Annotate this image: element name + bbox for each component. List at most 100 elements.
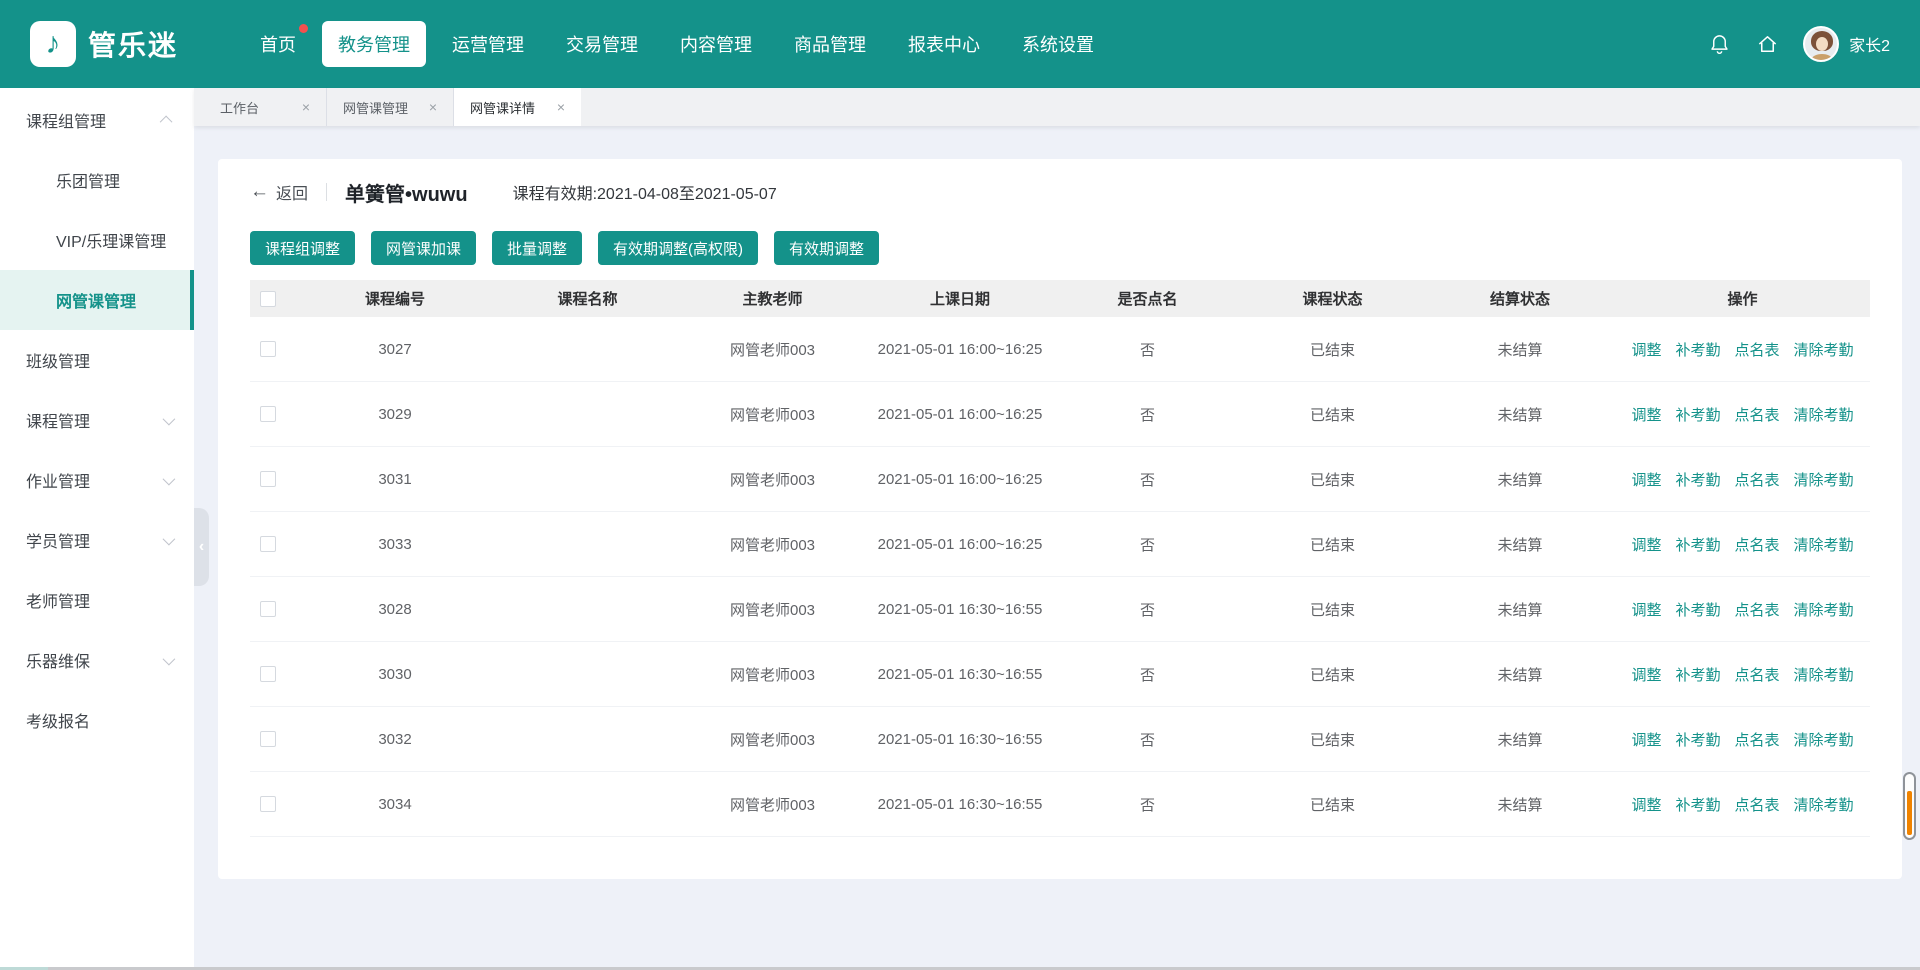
tab-online-course-detail[interactable]: 网管课详情 × — [454, 88, 581, 126]
col-settlement: 结算状态 — [1425, 288, 1615, 309]
course-validity: 课程有效期:2021-04-08至2021-05-07 — [513, 180, 777, 204]
action-adjust-link[interactable]: 调整 — [1631, 534, 1661, 555]
nav-item-content[interactable]: 内容管理 — [664, 21, 768, 67]
add-online-lesson-button[interactable]: 网管课加课 — [371, 231, 476, 265]
nav-item-operations[interactable]: 运营管理 — [436, 21, 540, 67]
sidebar-item-students[interactable]: 学员管理 — [0, 510, 194, 570]
col-date: 上课日期 — [865, 288, 1055, 309]
action-rollcall-sheet-link[interactable]: 点名表 — [1735, 794, 1780, 815]
validity-adjust-button[interactable]: 有效期调整 — [774, 231, 879, 265]
action-clear-attendance-link[interactable]: 清除考勤 — [1794, 664, 1854, 685]
row-checkbox[interactable] — [260, 406, 276, 422]
batch-adjust-button[interactable]: 批量调整 — [492, 231, 582, 265]
close-icon[interactable]: × — [429, 99, 437, 115]
cell-settlement: 未结算 — [1425, 794, 1615, 815]
action-makeup-attendance-link[interactable]: 补考勤 — [1675, 794, 1720, 815]
row-checkbox[interactable] — [260, 666, 276, 682]
action-adjust-link[interactable]: 调整 — [1631, 339, 1661, 360]
app-logo[interactable]: ♪ 管乐迷 — [30, 21, 178, 67]
cell-settlement: 未结算 — [1425, 404, 1615, 425]
sidebar-item-online-courses[interactable]: 网管课管理 — [0, 270, 194, 330]
action-makeup-attendance-link[interactable]: 补考勤 — [1675, 339, 1720, 360]
action-clear-attendance-link[interactable]: 清除考勤 — [1794, 339, 1854, 360]
close-icon[interactable]: × — [557, 99, 565, 115]
action-rollcall-sheet-link[interactable]: 点名表 — [1735, 339, 1780, 360]
action-clear-attendance-link[interactable]: 清除考勤 — [1794, 404, 1854, 425]
sidebar-item-teachers[interactable]: 老师管理 — [0, 570, 194, 630]
action-clear-attendance-link[interactable]: 清除考勤 — [1794, 534, 1854, 555]
action-makeup-attendance-link[interactable]: 补考勤 — [1675, 729, 1720, 750]
action-adjust-link[interactable]: 调整 — [1631, 794, 1661, 815]
cell-date: 2021-05-01 16:00~16:25 — [865, 536, 1055, 553]
row-checkbox[interactable] — [260, 341, 276, 357]
nav-item-home[interactable]: 首页 — [244, 21, 312, 67]
action-makeup-attendance-link[interactable]: 补考勤 — [1675, 534, 1720, 555]
action-clear-attendance-link[interactable]: 清除考勤 — [1794, 794, 1854, 815]
nav-item-academic[interactable]: 教务管理 — [322, 21, 426, 67]
select-all-checkbox[interactable] — [260, 291, 276, 307]
table-row: 3028 网管老师003 2021-05-01 16:30~16:55 否 已结… — [250, 577, 1870, 642]
action-clear-attendance-link[interactable]: 清除考勤 — [1794, 469, 1854, 490]
vertical-scroll-indicator[interactable] — [1903, 772, 1916, 840]
action-rollcall-sheet-link[interactable]: 点名表 — [1735, 404, 1780, 425]
action-makeup-attendance-link[interactable]: 补考勤 — [1675, 469, 1720, 490]
bell-icon[interactable] — [1707, 32, 1731, 56]
cell-date: 2021-05-01 16:00~16:25 — [865, 341, 1055, 358]
cell-rollcall: 否 — [1055, 469, 1240, 490]
nav-item-reports[interactable]: 报表中心 — [892, 21, 996, 67]
top-navbar: ♪ 管乐迷 首页 教务管理 运营管理 交易管理 内容管理 商品管理 报表中心 系… — [0, 0, 1920, 88]
music-note-icon: ♪ — [46, 29, 61, 59]
sidebar-item-exam-registration[interactable]: 考级报名 — [0, 690, 194, 750]
action-clear-attendance-link[interactable]: 清除考勤 — [1794, 729, 1854, 750]
logo-box: ♪ — [30, 21, 76, 67]
sidebar-item-homework[interactable]: 作业管理 — [0, 450, 194, 510]
cell-rollcall: 否 — [1055, 664, 1240, 685]
action-rollcall-sheet-link[interactable]: 点名表 — [1735, 469, 1780, 490]
action-rollcall-sheet-link[interactable]: 点名表 — [1735, 729, 1780, 750]
action-makeup-attendance-link[interactable]: 补考勤 — [1675, 404, 1720, 425]
adjust-course-group-button[interactable]: 课程组调整 — [250, 231, 355, 265]
action-adjust-link[interactable]: 调整 — [1631, 599, 1661, 620]
sidebar-item-orchestra[interactable]: 乐团管理 — [0, 150, 194, 210]
cell-status: 已结束 — [1240, 664, 1425, 685]
sidebar-item-classes[interactable]: 班级管理 — [0, 330, 194, 390]
sidebar-item-vip-theory[interactable]: VIP/乐理课管理 — [0, 210, 194, 270]
tab-online-course-mgmt[interactable]: 网管课管理 × — [327, 88, 454, 126]
cell-course-id: 3033 — [295, 536, 495, 553]
row-checkbox[interactable] — [260, 471, 276, 487]
sidebar: 课程组管理 乐团管理 VIP/乐理课管理 网管课管理 班级管理 课程管理 作业管… — [0, 88, 194, 970]
table-body: 3027 网管老师003 2021-05-01 16:00~16:25 否 已结… — [250, 317, 1870, 837]
cell-rollcall: 否 — [1055, 404, 1240, 425]
nav-item-products[interactable]: 商品管理 — [778, 21, 882, 67]
action-makeup-attendance-link[interactable]: 补考勤 — [1675, 664, 1720, 685]
action-adjust-link[interactable]: 调整 — [1631, 469, 1661, 490]
row-checkbox[interactable] — [260, 796, 276, 812]
cell-teacher: 网管老师003 — [680, 794, 865, 815]
close-icon[interactable]: × — [302, 99, 310, 115]
sidebar-item-course-groups[interactable]: 课程组管理 — [0, 90, 194, 150]
cell-course-id: 3030 — [295, 666, 495, 683]
home-icon[interactable] — [1755, 32, 1779, 56]
row-checkbox[interactable] — [260, 536, 276, 552]
row-checkbox[interactable] — [260, 601, 276, 617]
cell-teacher: 网管老师003 — [680, 469, 865, 490]
cell-rollcall: 否 — [1055, 794, 1240, 815]
action-clear-attendance-link[interactable]: 清除考勤 — [1794, 599, 1854, 620]
action-adjust-link[interactable]: 调整 — [1631, 664, 1661, 685]
user-name: 家长2 — [1849, 32, 1890, 56]
nav-item-transactions[interactable]: 交易管理 — [550, 21, 654, 67]
tab-workbench[interactable]: 工作台 × — [194, 88, 327, 126]
action-rollcall-sheet-link[interactable]: 点名表 — [1735, 664, 1780, 685]
action-adjust-link[interactable]: 调整 — [1631, 404, 1661, 425]
user-menu[interactable]: 家长2 — [1803, 26, 1890, 62]
sidebar-item-course-mgmt[interactable]: 课程管理 — [0, 390, 194, 450]
action-adjust-link[interactable]: 调整 — [1631, 729, 1661, 750]
action-rollcall-sheet-link[interactable]: 点名表 — [1735, 534, 1780, 555]
validity-adjust-high-privilege-button[interactable]: 有效期调整(高权限) — [598, 231, 758, 265]
action-rollcall-sheet-link[interactable]: 点名表 — [1735, 599, 1780, 620]
sidebar-item-instrument-maintenance[interactable]: 乐器维保 — [0, 630, 194, 690]
row-checkbox[interactable] — [260, 731, 276, 747]
nav-item-settings[interactable]: 系统设置 — [1006, 21, 1110, 67]
back-button[interactable]: ← 返回 — [250, 180, 308, 204]
action-makeup-attendance-link[interactable]: 补考勤 — [1675, 599, 1720, 620]
